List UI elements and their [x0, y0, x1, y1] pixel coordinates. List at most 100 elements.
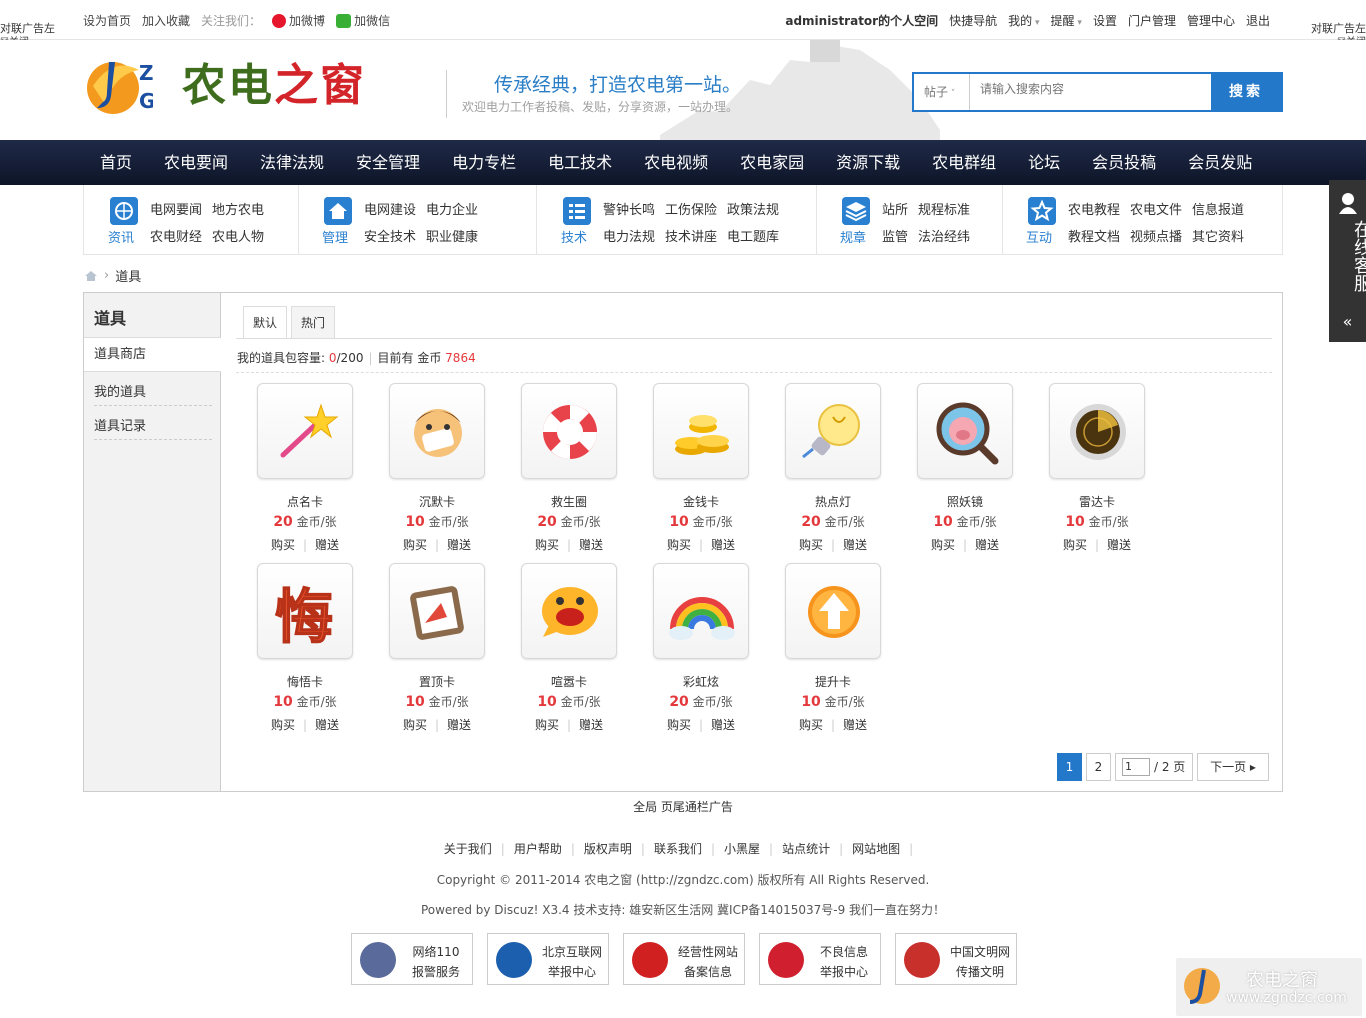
subnav-link[interactable]: 安全技术 — [364, 226, 416, 245]
page-1-button[interactable]: 1 — [1057, 753, 1082, 781]
portal-admin-link[interactable]: 门户管理 — [1128, 12, 1176, 29]
search-button[interactable]: 搜索 — [1211, 74, 1281, 110]
gift-button[interactable]: 赠送 — [579, 538, 603, 552]
footer-link[interactable]: 站点统计 — [782, 842, 830, 856]
footer-link[interactable]: 用户帮助 — [514, 842, 562, 856]
add-favorite-link[interactable]: 加入收藏 — [142, 12, 190, 29]
prop-image[interactable] — [1049, 383, 1145, 479]
prop-name[interactable]: 沉默卡 — [371, 493, 503, 510]
nav-item[interactable]: 首页 — [84, 140, 148, 185]
prop-image[interactable] — [521, 563, 617, 659]
site-logo-icon[interactable]: Z G — [85, 56, 153, 116]
buy-button[interactable]: 购买 — [799, 538, 823, 552]
nav-item[interactable]: 会员投稿 — [1076, 140, 1172, 185]
subnav-link[interactable]: 电工题库 — [727, 226, 779, 245]
buy-button[interactable]: 购买 — [799, 718, 823, 732]
footer-link[interactable]: 小黑屋 — [724, 842, 760, 856]
footer-link[interactable]: 版权声明 — [584, 842, 632, 856]
prop-image[interactable] — [917, 383, 1013, 479]
breadcrumb-current[interactable]: 道具 — [115, 266, 141, 285]
prop-name[interactable]: 照妖镜 — [899, 493, 1031, 510]
subnav-link[interactable]: 电网建设 — [364, 199, 416, 218]
gift-button[interactable]: 赠送 — [315, 718, 339, 732]
prop-image[interactable] — [389, 563, 485, 659]
footer-badge[interactable]: 不良信息 举报中心 — [759, 933, 881, 985]
prop-name[interactable]: 喧嚣卡 — [503, 673, 635, 690]
buy-button[interactable]: 购买 — [1063, 538, 1087, 552]
nav-item[interactable]: 电力专栏 — [436, 140, 532, 185]
buy-button[interactable]: 购买 — [403, 538, 427, 552]
prop-image[interactable] — [653, 383, 749, 479]
gift-button[interactable]: 赠送 — [579, 718, 603, 732]
subnav-caption[interactable]: 管理 — [322, 227, 348, 246]
prop-name[interactable]: 点名卡 — [239, 493, 371, 510]
user-space-link[interactable]: administrator的个人空间 — [785, 12, 938, 29]
weibo-link[interactable]: 加微博 — [272, 12, 325, 29]
subnav-caption[interactable]: 互动 — [1026, 227, 1052, 246]
prop-name[interactable]: 提升卡 — [767, 673, 899, 690]
gift-button[interactable]: 赠送 — [975, 538, 999, 552]
my-menu-link[interactable]: 我的 ▾ — [1008, 12, 1039, 29]
quick-nav-link[interactable]: 快捷导航 — [949, 12, 997, 29]
subnav-link[interactable]: 视频点播 — [1130, 226, 1182, 245]
subnav-link[interactable]: 站所 — [882, 199, 908, 218]
nav-item[interactable]: 农电视频 — [628, 140, 724, 185]
subnav-link[interactable]: 技术讲座 — [665, 226, 717, 245]
footer-badge[interactable]: 中国文明网 传播文明 — [895, 933, 1017, 985]
nav-item[interactable]: 法律法规 — [244, 140, 340, 185]
search-type-select[interactable]: 帖子 ˅ — [914, 74, 970, 110]
nav-item[interactable]: 会员发贴 — [1172, 140, 1268, 185]
nav-item[interactable]: 资源下载 — [820, 140, 916, 185]
gift-button[interactable]: 赠送 — [843, 538, 867, 552]
gift-button[interactable]: 赠送 — [447, 538, 471, 552]
page-input[interactable]: 1 — [1122, 758, 1150, 776]
prop-name[interactable]: 雷达卡 — [1031, 493, 1163, 510]
page-2-button[interactable]: 2 — [1086, 753, 1111, 781]
remind-menu-link[interactable]: 提醒 ▾ — [1051, 12, 1082, 29]
buy-button[interactable]: 购买 — [667, 718, 691, 732]
footer-badge[interactable]: 经营性网站 备案信息 — [623, 933, 745, 985]
prop-image[interactable] — [389, 383, 485, 479]
online-service-float[interactable]: 在线客服 « — [1329, 180, 1366, 342]
gift-button[interactable]: 赠送 — [711, 538, 735, 552]
prop-name[interactable]: 悔悟卡 — [239, 673, 371, 690]
subnav-link[interactable]: 电力法规 — [603, 226, 655, 245]
subnav-link[interactable]: 职业健康 — [426, 226, 478, 245]
weixin-link[interactable]: 加微信 — [336, 12, 390, 29]
footer-badge[interactable]: 北京互联网 举报中心 — [487, 933, 609, 985]
prop-name[interactable]: 金钱卡 — [635, 493, 767, 510]
nav-item[interactable]: 农电要闻 — [148, 140, 244, 185]
subnav-link[interactable]: 政策法规 — [727, 199, 779, 218]
set-homepage-link[interactable]: 设为首页 — [83, 12, 131, 29]
subnav-link[interactable]: 农电文件 — [1130, 199, 1182, 218]
logout-link[interactable]: 退出 — [1246, 12, 1270, 29]
subnav-link[interactable]: 农电财经 — [150, 226, 202, 245]
subnav-link[interactable]: 工伤保险 — [665, 199, 717, 218]
sidebar-item-shop[interactable]: 道具商店 — [84, 338, 221, 372]
collapse-icon[interactable]: « — [1329, 312, 1366, 331]
buy-button[interactable]: 购买 — [535, 538, 559, 552]
tab-hot[interactable]: 热门 — [291, 306, 335, 338]
buy-button[interactable]: 购买 — [931, 538, 955, 552]
prop-name[interactable]: 彩虹炫 — [635, 673, 767, 690]
nav-item[interactable]: 论坛 — [1012, 140, 1076, 185]
subnav-caption[interactable]: 资讯 — [108, 227, 134, 246]
subnav-link[interactable]: 教程文档 — [1068, 226, 1120, 245]
subnav-caption[interactable]: 规章 — [840, 227, 866, 246]
gift-button[interactable]: 赠送 — [711, 718, 735, 732]
subnav-link[interactable]: 农电人物 — [212, 226, 264, 245]
nav-item[interactable]: 农电家园 — [724, 140, 820, 185]
subnav-link[interactable]: 信息报道 — [1192, 199, 1244, 218]
gift-button[interactable]: 赠送 — [1107, 538, 1131, 552]
prop-name[interactable]: 救生圈 — [503, 493, 635, 510]
prop-name[interactable]: 热点灯 — [767, 493, 899, 510]
next-page-button[interactable]: 下一页 ▸ — [1197, 753, 1269, 781]
prop-image[interactable] — [785, 563, 881, 659]
nav-item[interactable]: 安全管理 — [340, 140, 436, 185]
nav-item[interactable]: 农电群组 — [916, 140, 1012, 185]
admin-center-link[interactable]: 管理中心 — [1187, 12, 1235, 29]
buy-button[interactable]: 购买 — [271, 718, 295, 732]
sidebar-item-records[interactable]: 道具记录 — [94, 415, 146, 434]
footer-badge[interactable]: 网络110 报警服务 — [351, 933, 473, 985]
footer-banner-ad[interactable]: 全局 页尾通栏广告 — [0, 798, 1366, 815]
